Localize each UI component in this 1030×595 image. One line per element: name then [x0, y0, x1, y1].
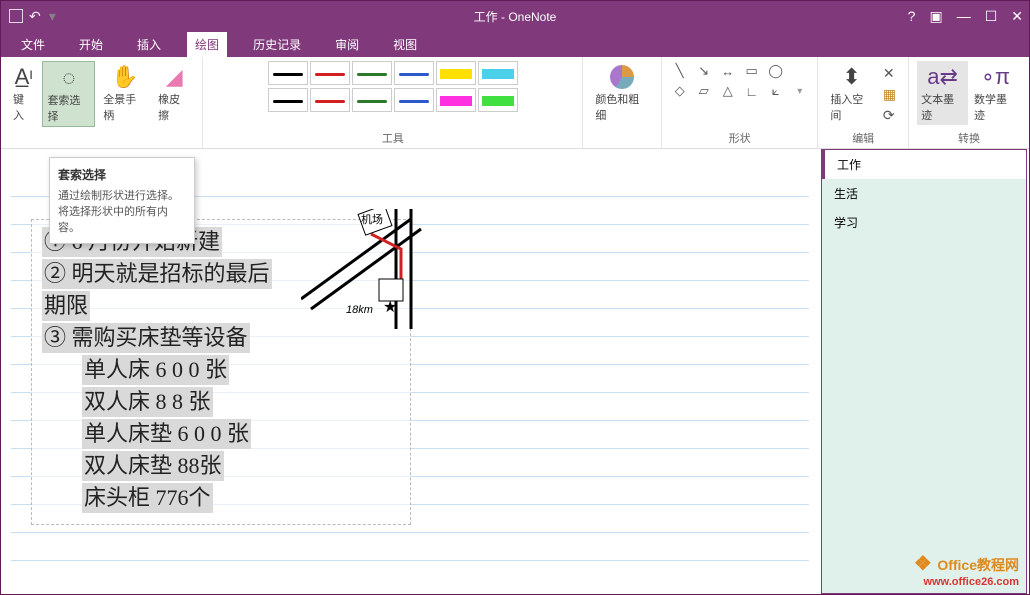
- help-icon[interactable]: ?: [908, 8, 916, 25]
- sidebar-item-study[interactable]: 学习: [822, 208, 1026, 237]
- note-line: 期限: [42, 291, 90, 321]
- delete-icon[interactable]: ✕: [883, 65, 896, 82]
- shape-diamond[interactable]: ◇: [669, 81, 691, 101]
- hl-yellow[interactable]: [436, 61, 476, 85]
- shape-rect[interactable]: ▭: [741, 61, 763, 81]
- close-icon[interactable]: ✕: [1011, 8, 1023, 25]
- note-line: 双人床 8 8 张: [82, 387, 213, 417]
- pen-row-2: [268, 88, 518, 112]
- tab-review[interactable]: 审阅: [327, 32, 367, 57]
- app-icon: [9, 9, 23, 23]
- tooltip-body: 通过绘制形状进行选择。将选择形状中的所有内容。: [58, 190, 179, 234]
- insert-space-button[interactable]: ⬍ 插入空间: [826, 61, 877, 125]
- ribbon-toggle-icon[interactable]: ▣: [929, 8, 942, 25]
- insert-space-icon: ⬍: [842, 63, 860, 91]
- menu-bar: 文件 开始 插入 绘图 历史记录 审阅 视图: [1, 31, 1029, 57]
- cursor-icon: A̲ᶦ: [15, 63, 33, 91]
- pen-blue-2[interactable]: [394, 88, 434, 112]
- sketch-distance: 18km: [346, 304, 373, 316]
- pie-icon: [610, 63, 634, 91]
- group-tools-label: 工具: [382, 130, 404, 146]
- shape-triangle[interactable]: △: [717, 81, 739, 101]
- color-thickness-button[interactable]: 颜色和粗细: [591, 61, 653, 125]
- group-edit-label: 编辑: [852, 130, 874, 146]
- hl-magenta[interactable]: [436, 88, 476, 112]
- pen-green-2[interactable]: [352, 88, 392, 112]
- maximize-icon[interactable]: ☐: [985, 8, 998, 25]
- ink-to-text-button[interactable]: a⇄ 文本墨迹: [917, 61, 968, 125]
- note-line: ② 明天就是招标的最后: [42, 259, 272, 289]
- pen-black[interactable]: [268, 61, 308, 85]
- sidebar-item-work[interactable]: 工作: [822, 150, 1026, 179]
- pen-black-2[interactable]: [268, 88, 308, 112]
- hl-cyan[interactable]: [478, 61, 518, 85]
- window-title: 工作 - OneNote: [474, 8, 557, 25]
- notebook-sidebar: 工作 生活 学习: [821, 149, 1027, 594]
- lasso-tooltip: 套索选择 通过绘制形状进行选择。将选择形状中的所有内容。: [49, 157, 195, 244]
- tab-history[interactable]: 历史记录: [245, 32, 309, 57]
- pen-blue[interactable]: [394, 61, 434, 85]
- pen-row-1: [268, 61, 518, 85]
- gallery-more-icon[interactable]: ▾: [789, 81, 811, 101]
- ribbon: A̲ᶦ 键入 ◌ 套索选择 ✋ 全景手柄 ◢ 橡皮擦: [1, 57, 1029, 149]
- hand-icon: ✋: [111, 63, 138, 91]
- hl-green[interactable]: [478, 88, 518, 112]
- ink-to-math-button[interactable]: ∘π 数学墨迹: [970, 61, 1021, 125]
- shape-axes2d[interactable]: ∟: [741, 81, 763, 101]
- tab-home[interactable]: 开始: [71, 32, 111, 57]
- shape-arrow[interactable]: ↘: [693, 61, 715, 81]
- type-button[interactable]: A̲ᶦ 键入: [9, 61, 38, 125]
- minimize-icon[interactable]: —: [957, 8, 971, 25]
- note-line: 单人床垫 6 0 0 张: [82, 419, 251, 449]
- arrange-icon[interactable]: ▦: [883, 86, 896, 103]
- tooltip-title: 套索选择: [58, 166, 186, 183]
- eraser-button[interactable]: ◢ 橡皮擦: [154, 61, 194, 125]
- tab-insert[interactable]: 插入: [129, 32, 169, 57]
- watermark: ❖ Office教程网 www.office26.com: [914, 551, 1019, 588]
- pan-button[interactable]: ✋ 全景手柄: [99, 61, 150, 125]
- tab-view[interactable]: 视图: [385, 32, 425, 57]
- ink-math-icon: ∘π: [981, 63, 1010, 91]
- pen-red[interactable]: [310, 61, 350, 85]
- lasso-icon: ◌: [62, 64, 75, 92]
- group-convert-label: 转换: [958, 130, 980, 146]
- shape-ellipse[interactable]: ◯: [765, 61, 787, 81]
- shape-axes3d[interactable]: ⟀: [765, 81, 787, 101]
- sidebar-item-life[interactable]: 生活: [822, 179, 1026, 208]
- note-line: 单人床 6 0 0 张: [82, 355, 229, 385]
- note-line: ③ 需购买床垫等设备: [42, 323, 250, 353]
- eraser-icon: ◢: [166, 63, 183, 91]
- shape-double-arrow[interactable]: ↔: [717, 61, 739, 81]
- shape-para[interactable]: ▱: [693, 81, 715, 101]
- shape-line[interactable]: ╲: [669, 61, 691, 81]
- pen-green[interactable]: [352, 61, 392, 85]
- ink-text-icon: a⇄: [927, 63, 958, 91]
- group-shapes-label: 形状: [729, 130, 751, 146]
- tab-draw[interactable]: 绘图: [187, 32, 227, 57]
- undo-icon[interactable]: ↶: [29, 8, 41, 25]
- lasso-select-button[interactable]: ◌ 套索选择: [42, 61, 95, 127]
- note-line: 床头柜 776个: [82, 483, 213, 513]
- note-line: 双人床垫 88张: [82, 451, 224, 481]
- qa-dropdown-icon[interactable]: ▾: [49, 8, 56, 25]
- tab-file[interactable]: 文件: [13, 32, 53, 57]
- pen-red-2[interactable]: [310, 88, 350, 112]
- sketch-star: ★: [383, 297, 397, 317]
- sketch-label-airport: 机场: [361, 211, 383, 227]
- rotate-icon[interactable]: ⟳: [883, 107, 896, 124]
- title-bar: ↶ ▾ 工作 - OneNote ? ▣ — ☐ ✕: [1, 1, 1029, 31]
